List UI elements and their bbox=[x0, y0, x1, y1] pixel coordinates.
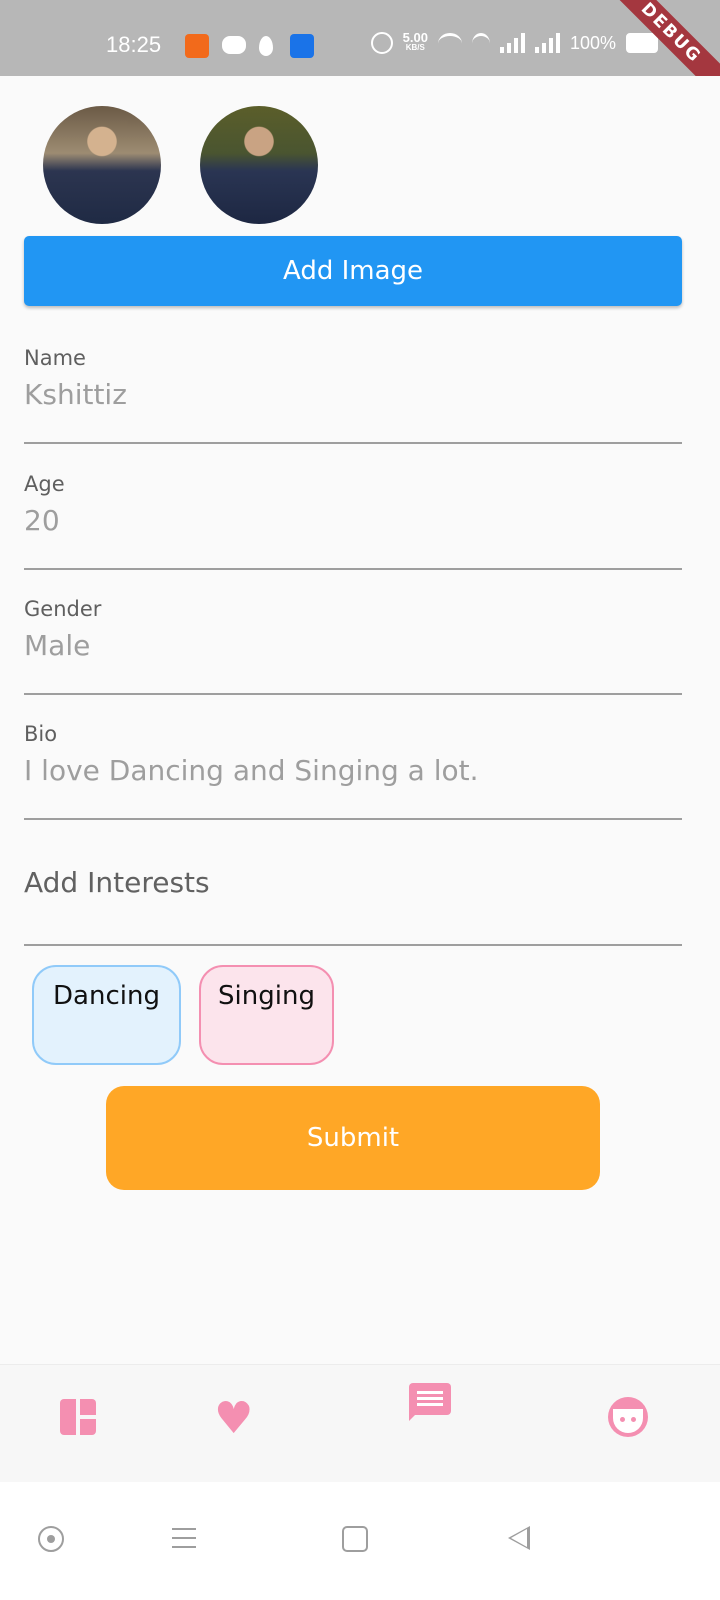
battery-percent: 100% bbox=[569, 32, 616, 53]
bio-value: I love Dancing and Singing a lot. bbox=[24, 754, 479, 787]
interest-chip-singing[interactable]: Singing bbox=[199, 965, 334, 1065]
age-label: Age bbox=[24, 472, 65, 496]
chat-icon[interactable] bbox=[409, 1383, 457, 1431]
network-speed-value: 5.00 bbox=[402, 30, 428, 45]
network-speed-unit: KB/S bbox=[405, 43, 425, 52]
profile-photo-1[interactable] bbox=[43, 106, 161, 224]
assistant-icon[interactable] bbox=[38, 1526, 64, 1552]
add-image-button[interactable]: Add Image bbox=[24, 236, 682, 306]
face-icon[interactable] bbox=[608, 1397, 648, 1437]
interest-chip-dancing[interactable]: Dancing bbox=[32, 965, 181, 1065]
status-bar: 18:25 5.00 KB/S 100% DEBUG bbox=[0, 0, 720, 76]
heart-icon[interactable]: ♥ bbox=[214, 1395, 262, 1443]
usb-icon bbox=[290, 34, 314, 58]
wifi-calling-icon bbox=[471, 32, 490, 54]
mi-app-icon bbox=[185, 34, 209, 58]
profile-photo-2[interactable] bbox=[200, 106, 318, 224]
alarm-icon bbox=[370, 32, 393, 54]
signal-icon bbox=[499, 33, 525, 53]
battery-icon bbox=[626, 33, 658, 53]
bottom-navigation: ♥ bbox=[0, 1364, 720, 1483]
gender-label: Gender bbox=[24, 597, 102, 621]
game-controller-icon bbox=[222, 36, 246, 54]
drop-icon bbox=[259, 36, 273, 56]
name-value: Kshittiz bbox=[24, 378, 127, 411]
system-navigation-bar bbox=[0, 1482, 720, 1600]
network-speed: 5.00 KB/S bbox=[402, 30, 428, 53]
age-value: 20 bbox=[24, 504, 60, 537]
dashboard-icon[interactable] bbox=[60, 1399, 108, 1447]
bio-label: Bio bbox=[24, 722, 58, 746]
status-time: 18:25 bbox=[106, 32, 162, 57]
home-icon[interactable] bbox=[342, 1526, 368, 1552]
signal-icon-2 bbox=[534, 33, 560, 53]
add-interests-input[interactable]: Add Interests bbox=[24, 848, 682, 946]
add-interests-placeholder: Add Interests bbox=[24, 866, 210, 899]
name-field[interactable]: Name Kshittiz bbox=[24, 346, 682, 444]
back-icon[interactable] bbox=[508, 1526, 530, 1550]
age-field[interactable]: Age 20 bbox=[24, 472, 682, 570]
wifi-icon bbox=[437, 32, 462, 54]
status-right: 5.00 KB/S 100% bbox=[370, 30, 658, 54]
gender-field[interactable]: Gender Male bbox=[24, 597, 682, 695]
name-label: Name bbox=[24, 346, 86, 370]
gender-value: Male bbox=[24, 629, 91, 662]
submit-button[interactable]: Submit bbox=[106, 1086, 600, 1190]
recents-menu-icon[interactable] bbox=[172, 1526, 198, 1552]
bio-field[interactable]: Bio I love Dancing and Singing a lot. bbox=[24, 722, 682, 820]
